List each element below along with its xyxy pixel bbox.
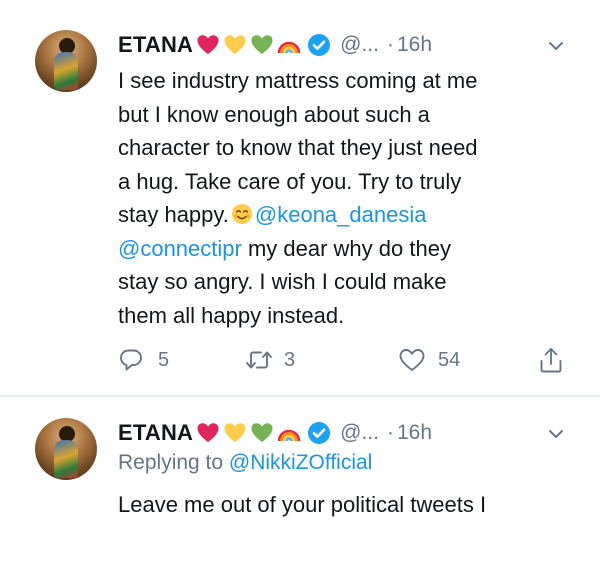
mention-link[interactable]: @NikkiZOfficial [229,451,372,474]
author-handle[interactable]: @... [340,33,379,57]
yellow-heart-icon [223,421,247,445]
rainbow-icon [277,421,301,445]
retweet-button[interactable]: 3 [244,343,295,377]
tweet[interactable]: ETANA @... · 1 [0,0,600,396]
green-heart-icon [250,33,274,57]
green-heart-icon [250,421,274,445]
text-line: them all happy instead. [118,302,345,328]
chevron-down-icon[interactable] [547,427,565,441]
tweet-text: Leave me out of your political tweets I [118,492,487,517]
share-button[interactable] [538,343,564,377]
text-line: a hug. Take care of you. Try to truly [118,168,462,194]
replying-to-label: Replying to [118,451,229,474]
like-icon [399,349,425,371]
tweet-actions: 5 3 54 [118,343,578,377]
reply-icon [120,349,142,371]
separator-dot: · [386,421,394,444]
tweet-header: ETANA @... · 16h [118,416,432,450]
retweet-icon [246,351,272,369]
text-segment: my dear why do they [241,235,451,261]
retweet-count: 3 [284,348,296,371]
author-name[interactable]: ETANA [118,32,193,58]
text-line: @connectipr my dear why do they [118,232,578,266]
text-line: character to know that they just need [118,135,478,160]
separator-dot: · [386,33,394,56]
smiling-face-icon [231,201,253,224]
timestamp[interactable]: 16h [397,33,432,57]
avatar[interactable] [35,418,97,480]
avatar[interactable] [35,30,97,92]
mention-link[interactable]: @keona_danesia [255,202,427,227]
like-count: 54 [438,348,461,371]
reply-count: 5 [158,348,170,371]
verified-badge-icon [307,33,331,57]
chevron-down-icon[interactable] [547,39,565,53]
text-line: stay happy. @keona_danesia [118,198,578,232]
tweet-header: ETANA @... · 16h [118,28,432,62]
rainbow-icon [277,33,301,57]
text-line: I see industry mattress coming at me [118,68,478,93]
red-heart-icon [196,33,220,57]
author-name[interactable]: ETANA [118,420,193,446]
text-segment: stay happy. [118,202,229,227]
verified-badge-icon [307,421,331,445]
reply-button[interactable]: 5 [118,343,169,377]
tweet-thread: ETANA @... · 16h I see industry mattress… [0,0,600,564]
text-line: but I know enough about such a [118,101,430,127]
timestamp[interactable]: 16h [397,421,432,445]
like-button[interactable]: 54 [398,343,460,377]
replying-to: Replying to @NikkiZOfficial [118,451,372,475]
text-line: stay so angry. I wish I could make [118,269,447,294]
share-icon [540,348,562,373]
author-handle[interactable]: @... [340,421,379,445]
tweet-text: I see industry mattress coming at me but… [118,64,578,332]
mention-link[interactable]: @connectipr [118,236,242,261]
yellow-heart-icon [223,33,247,57]
red-heart-icon [196,421,220,445]
